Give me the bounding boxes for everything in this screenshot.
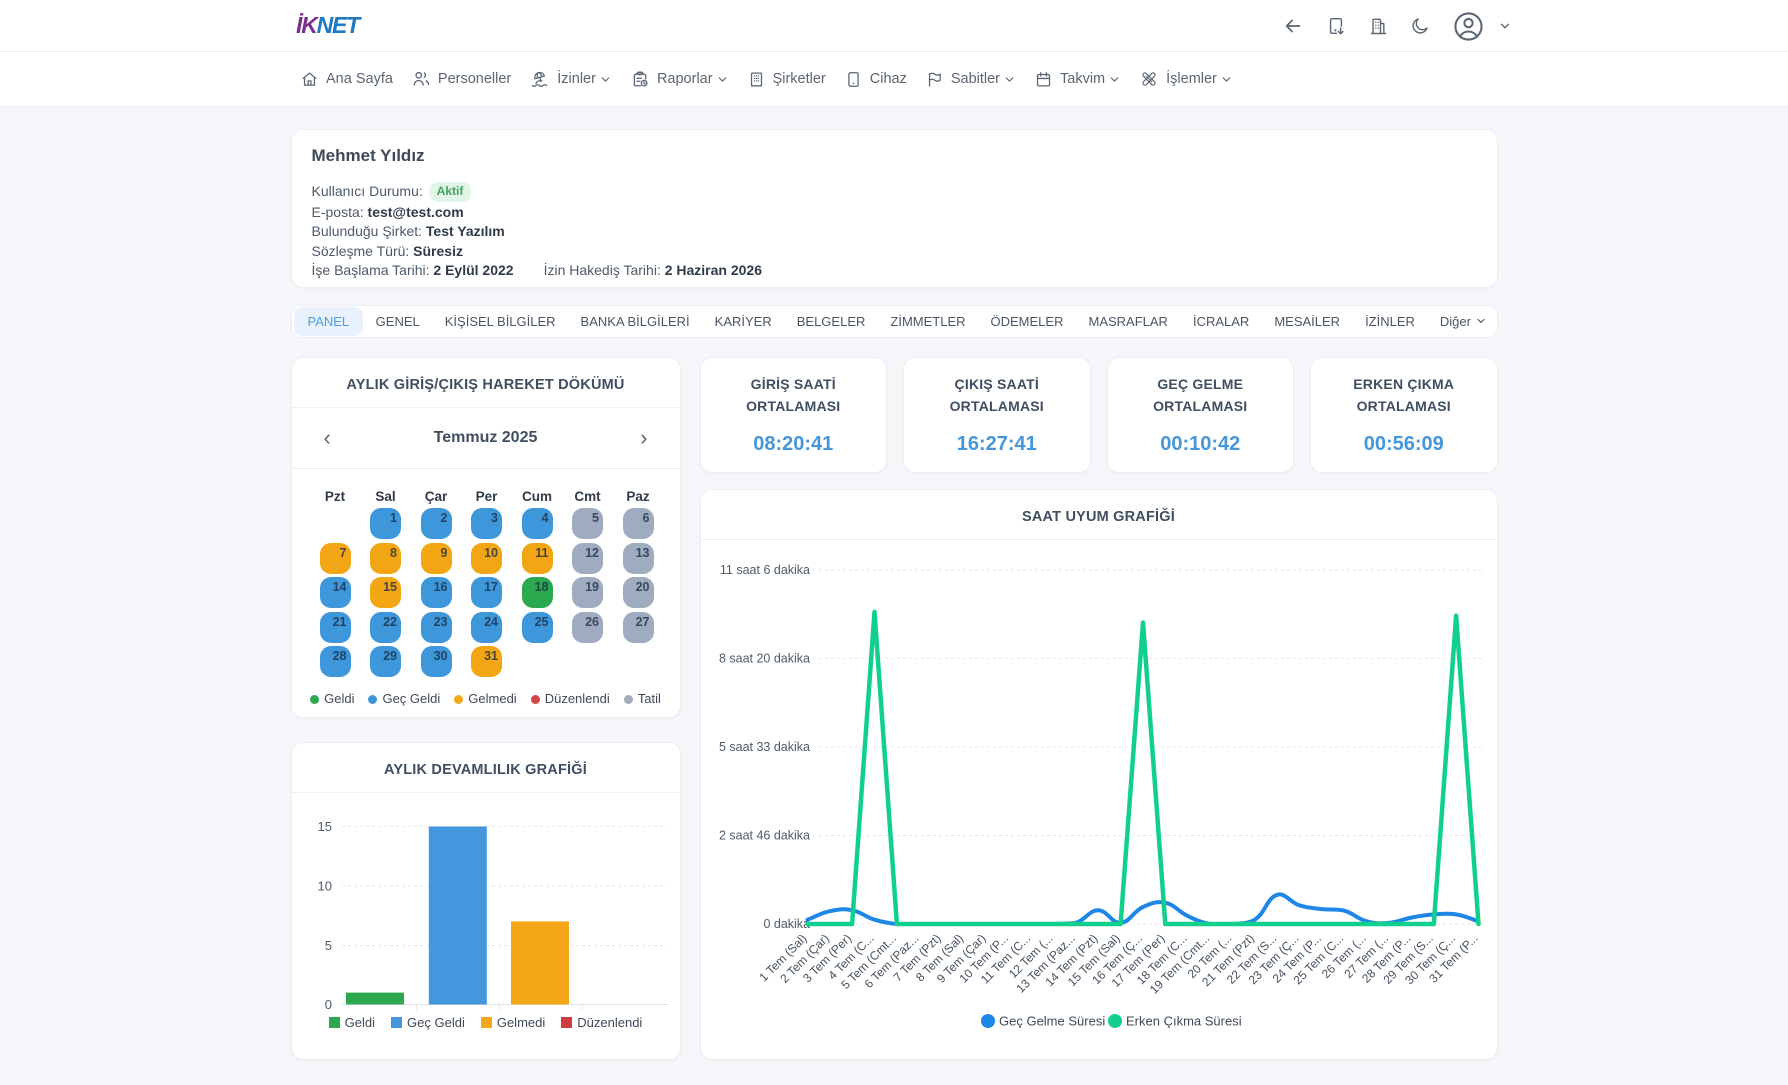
svg-text:0 dakika: 0 dakika (763, 917, 810, 931)
svg-text:5: 5 (324, 938, 331, 953)
svg-text:11 saat 6 dakika: 11 saat 6 dakika (719, 563, 809, 577)
svg-text:2 saat 46 dakika: 2 saat 46 dakika (718, 829, 809, 843)
svg-text:10: 10 (317, 879, 331, 894)
svg-text:0: 0 (324, 997, 331, 1012)
svg-text:Geç Gelme Süresi: Geç Gelme Süresi (999, 1014, 1105, 1029)
svg-text:5 saat 33 dakika: 5 saat 33 dakika (718, 740, 809, 754)
svg-text:8 saat 20 dakika: 8 saat 20 dakika (718, 652, 809, 666)
svg-text:15: 15 (317, 819, 331, 834)
svg-text:Erken Çıkma Süresi: Erken Çıkma Süresi (1126, 1014, 1242, 1029)
